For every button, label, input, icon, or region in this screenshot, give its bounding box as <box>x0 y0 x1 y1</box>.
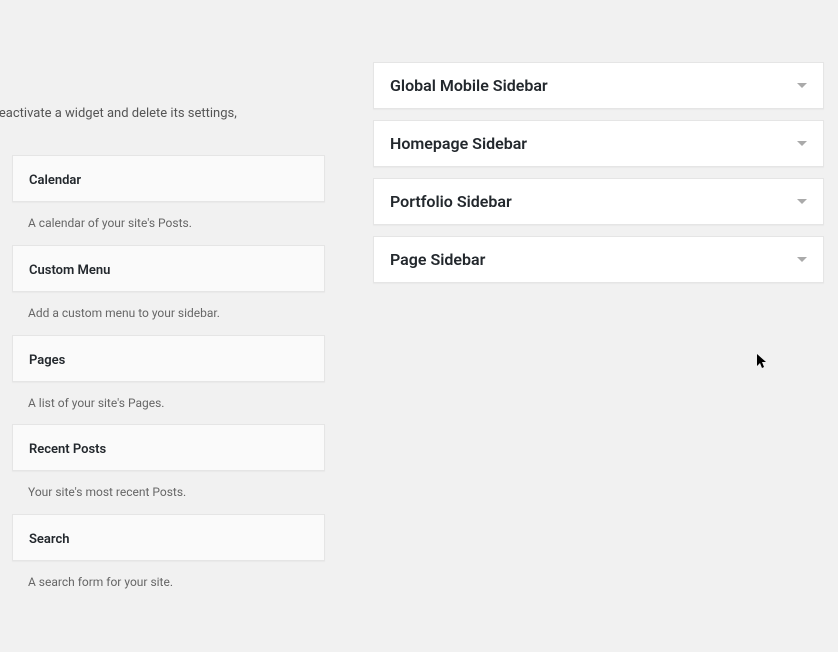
sidebar-header[interactable]: Homepage Sidebar <box>374 121 823 166</box>
sidebar-homepage[interactable]: Homepage Sidebar <box>373 120 824 167</box>
widget-pages[interactable]: Pages A list of your site's Pages. <box>12 335 325 425</box>
widget-title: Recent Posts <box>29 442 106 457</box>
widget-search[interactable]: Search A search form for your site. <box>12 514 325 604</box>
widget-desc: Your site's most recent Posts. <box>12 471 325 514</box>
sidebar-global-mobile[interactable]: Global Mobile Sidebar <box>373 62 824 109</box>
sidebar-title: Homepage Sidebar <box>390 134 527 153</box>
chevron-down-icon <box>797 199 807 204</box>
sidebar-header[interactable]: Global Mobile Sidebar <box>374 63 823 108</box>
sidebar-portfolio[interactable]: Portfolio Sidebar <box>373 178 824 225</box>
widget-desc: A calendar of your site's Posts. <box>12 202 325 245</box>
sidebar-header[interactable]: Portfolio Sidebar <box>374 179 823 224</box>
sidebar-title: Global Mobile Sidebar <box>390 76 548 95</box>
widget-title: Pages <box>29 353 65 368</box>
widget-recent-posts[interactable]: Recent Posts Your site's most recent Pos… <box>12 424 325 514</box>
widget-calendar[interactable]: Calendar A calendar of your site's Posts… <box>12 155 325 245</box>
sidebar-title: Page Sidebar <box>390 250 485 269</box>
widget-custom-menu[interactable]: Custom Menu Add a custom menu to your si… <box>12 245 325 335</box>
widget-title: Search <box>29 532 70 547</box>
widget-header[interactable]: Recent Posts <box>12 424 325 471</box>
instruction-text: it. To deactivate a widget and delete it… <box>0 104 315 124</box>
widget-title: Calendar <box>29 173 81 188</box>
chevron-down-icon <box>797 257 807 262</box>
available-widgets-column: it. To deactivate a widget and delete it… <box>0 0 345 652</box>
widget-title: Custom Menu <box>29 263 110 278</box>
widget-header[interactable]: Pages <box>12 335 325 382</box>
widget-desc: A search form for your site. <box>12 561 325 604</box>
chevron-down-icon <box>797 141 807 146</box>
widget-header[interactable]: Search <box>12 514 325 561</box>
sidebar-header[interactable]: Page Sidebar <box>374 237 823 282</box>
widget-list: Calendar A calendar of your site's Posts… <box>12 155 325 604</box>
widget-desc: Add a custom menu to your sidebar. <box>12 292 325 335</box>
widget-desc: A list of your site's Pages. <box>12 382 325 425</box>
widget-header[interactable]: Calendar <box>12 155 325 202</box>
widget-header[interactable]: Custom Menu <box>12 245 325 292</box>
sidebar-areas-column: Global Mobile Sidebar Homepage Sidebar P… <box>345 0 838 652</box>
chevron-down-icon <box>797 83 807 88</box>
sidebar-title: Portfolio Sidebar <box>390 192 512 211</box>
sidebar-page[interactable]: Page Sidebar <box>373 236 824 283</box>
widgets-page: it. To deactivate a widget and delete it… <box>0 0 838 652</box>
